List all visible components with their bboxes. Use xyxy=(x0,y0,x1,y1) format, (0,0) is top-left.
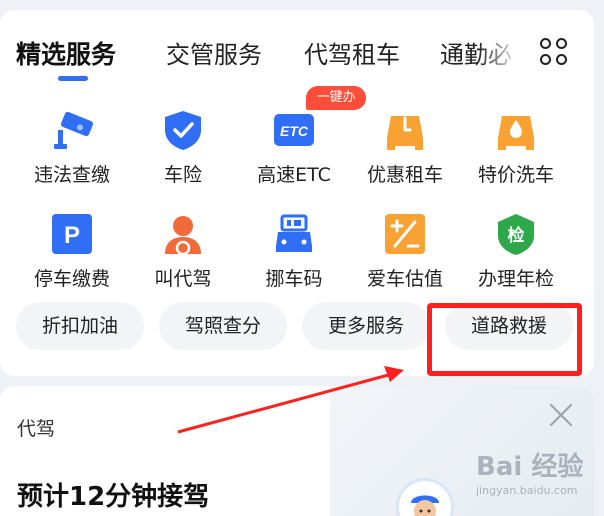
baidu-jingyan-watermark: Bai 经验 xyxy=(476,452,584,482)
watermark-url: jingyan.baidu.com xyxy=(476,484,578,497)
annotation-arrow xyxy=(177,366,404,434)
